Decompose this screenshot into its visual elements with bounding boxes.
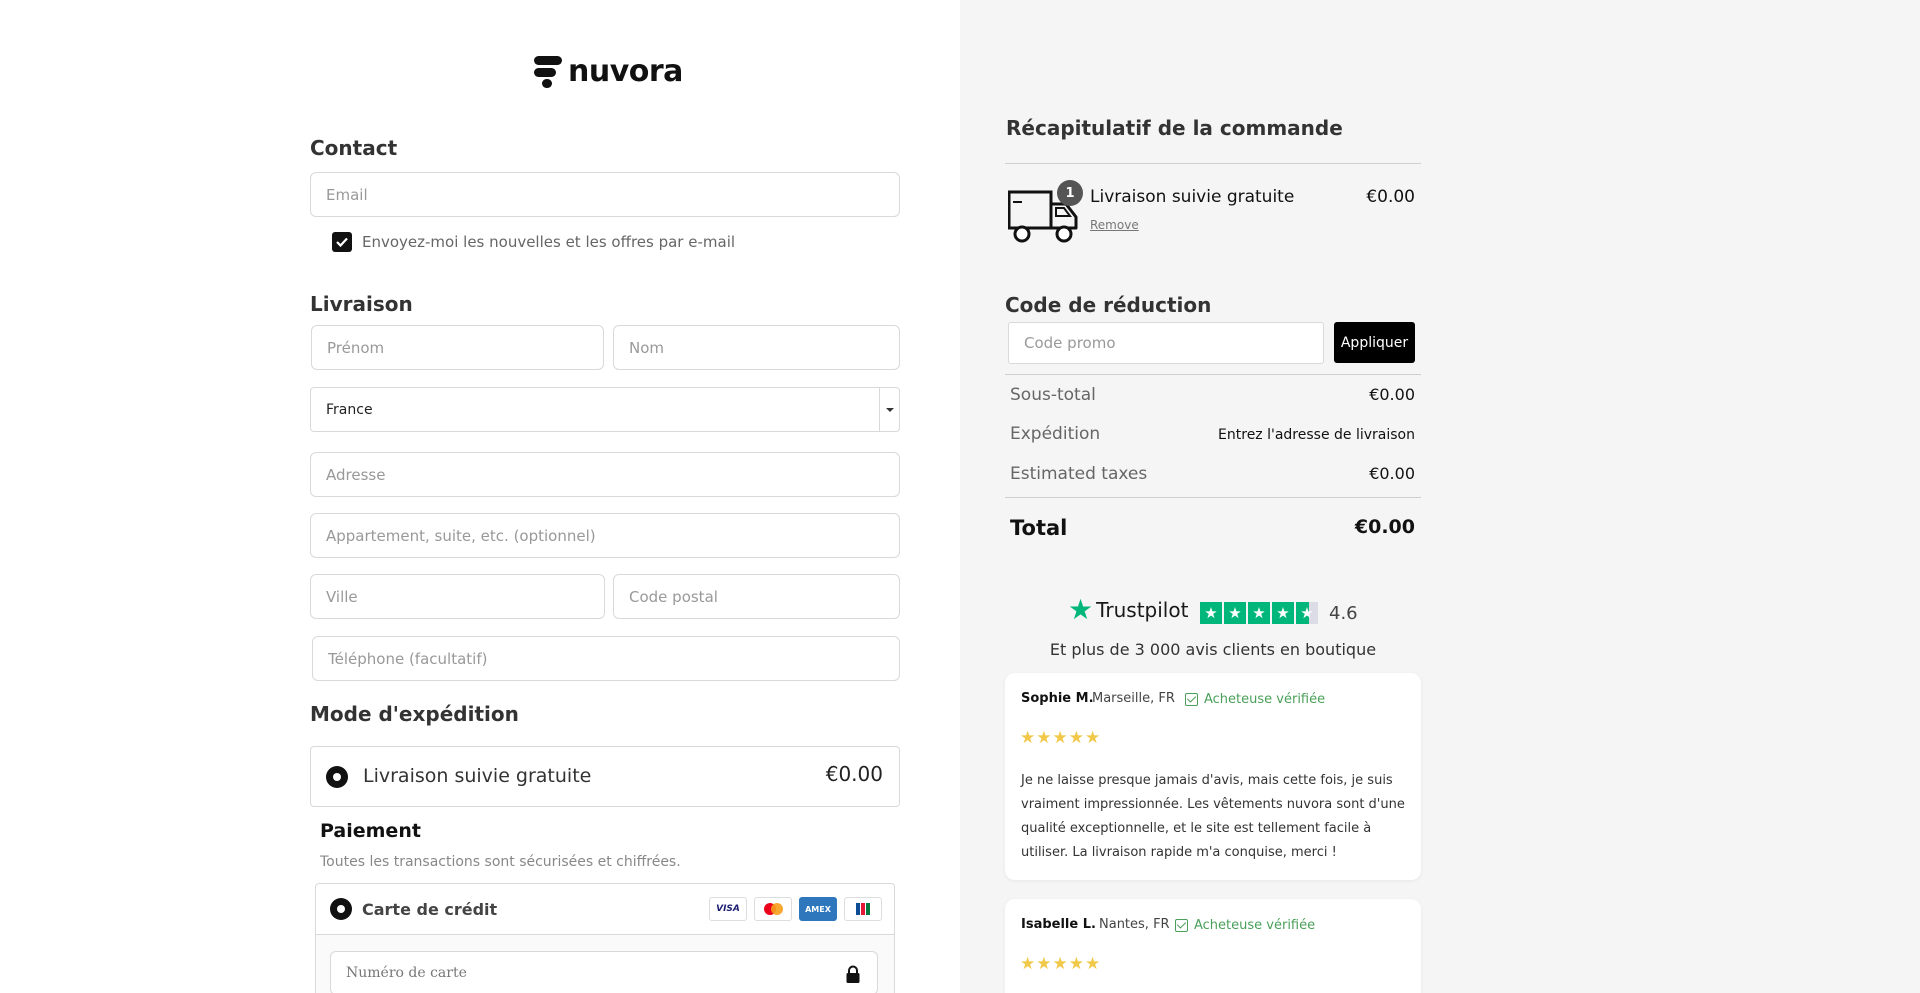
apply-promo-button[interactable]: Appliquer <box>1334 322 1415 363</box>
shipping-method-title: Mode d'expédition <box>310 702 519 726</box>
taxes-label: Estimated taxes <box>1010 464 1148 484</box>
brand-logo[interactable]: nuvora <box>534 54 683 89</box>
trustpilot-logo: ★ Trustpilot <box>1068 596 1188 624</box>
contact-title: Contact <box>310 136 398 160</box>
amex-icon: AMEX <box>799 897 837 921</box>
divider <box>1005 163 1421 164</box>
star-icon: ★ <box>1272 602 1294 624</box>
jcb-icon <box>844 897 882 921</box>
trustpilot-brand: Trustpilot <box>1096 598 1189 622</box>
verified-badge: Acheteuse vérifiée <box>1185 692 1325 707</box>
checkbox-check-icon <box>1175 919 1188 932</box>
reviewer-name: Sophie M. <box>1021 691 1094 706</box>
discount-title: Code de réduction <box>1005 293 1212 317</box>
star-icon: ★ <box>1224 602 1246 624</box>
star-icon: ★ <box>1248 602 1270 624</box>
shipping-radio[interactable] <box>326 766 348 788</box>
newsletter-checkbox[interactable] <box>332 232 352 252</box>
card-number-placeholder: Numéro de carte <box>346 965 467 981</box>
subtotal-label: Sous-total <box>1010 385 1096 405</box>
shipping-label: Expédition <box>1010 424 1101 444</box>
order-summary-title: Récapitulatif de la commande <box>1006 116 1343 140</box>
total-label: Total <box>1010 516 1068 540</box>
shipping-option-price: €0.00 <box>825 762 883 786</box>
reviewer-name: Isabelle L. <box>1021 917 1096 932</box>
country-value: France <box>326 401 373 418</box>
checkbox-check-icon <box>1185 693 1198 706</box>
visa-icon: VISA <box>709 897 747 921</box>
lock-icon <box>846 965 860 983</box>
promo-code-field[interactable]: Code promo <box>1008 322 1324 364</box>
item-quantity-badge: 1 <box>1057 180 1083 206</box>
trustpilot-caption: Et plus de 3 000 avis clients en boutiqu… <box>1049 640 1377 659</box>
star-half-icon: ★ <box>1296 602 1318 624</box>
star-icon: ★ <box>1200 602 1222 624</box>
checkmark-icon <box>336 237 348 248</box>
review-stars: ★★★★★ <box>1020 728 1102 748</box>
review-card: Isabelle L. Nantes, FR Acheteuse vérifié… <box>1005 899 1421 993</box>
country-select[interactable]: France <box>310 387 900 432</box>
first-name-field[interactable]: Prénom <box>311 325 604 370</box>
remove-item-link[interactable]: Remove <box>1090 218 1139 232</box>
divider <box>1005 374 1421 375</box>
mastercard-icon <box>754 897 792 921</box>
newsletter-label: Envoyez-moi les nouvelles et les offres … <box>362 233 736 251</box>
email-field[interactable]: Email <box>310 172 900 217</box>
reviewer-location: Nantes, FR <box>1099 917 1170 932</box>
review-card: Sophie M. Marseille, FR Acheteuse vérifi… <box>1005 673 1421 880</box>
review-stars: ★★★★★ <box>1020 954 1102 974</box>
subtotal-value: €0.00 <box>1369 385 1415 404</box>
payment-title: Paiement <box>320 820 421 842</box>
verified-label: Acheteuse vérifiée <box>1204 692 1326 707</box>
shipping-option-label: Livraison suivie gratuite <box>363 765 592 787</box>
credit-card-radio[interactable] <box>330 898 352 920</box>
trustpilot-star-icon: ★ <box>1068 593 1094 626</box>
last-name-field[interactable]: Nom <box>613 325 900 370</box>
review-text: Je ne laisse presque jamais d'avis, mais… <box>1021 773 1405 860</box>
reviewer-location: Marseille, FR <box>1092 691 1175 706</box>
card-number-field[interactable]: Numéro de carte <box>330 951 878 993</box>
total-value: €0.00 <box>1354 516 1415 538</box>
logo-mark-icon <box>534 55 562 88</box>
brand-name: nuvora <box>568 54 683 89</box>
apartment-field[interactable]: Appartement, suite, etc. (optionnel) <box>310 513 900 558</box>
address-field[interactable]: Adresse <box>310 452 900 497</box>
shipping-value: Entrez l'adresse de livraison <box>1218 427 1415 443</box>
summary-item-price: €0.00 <box>1366 187 1415 207</box>
shipping-option[interactable]: Livraison suivie gratuite €0.00 <box>310 746 900 807</box>
postal-code-field[interactable]: Code postal <box>613 574 900 619</box>
trustpilot-rating: 4.6 <box>1329 603 1358 624</box>
credit-card-label: Carte de crédit <box>362 900 498 919</box>
credit-card-option[interactable]: Carte de crédit VISA AMEX <box>315 883 895 935</box>
divider <box>1005 497 1421 498</box>
phone-field[interactable]: Téléphone (facultatif) <box>312 636 900 681</box>
city-field[interactable]: Ville <box>310 574 605 619</box>
chevron-down-icon <box>879 388 899 431</box>
verified-label: Acheteuse vérifiée <box>1194 918 1316 933</box>
verified-badge: Acheteuse vérifiée <box>1175 918 1315 933</box>
payment-subtitle: Toutes les transactions sont sécurisées … <box>320 854 681 870</box>
trustpilot-rating-stars: ★ ★ ★ ★ ★ <box>1200 602 1318 624</box>
summary-item-name: Livraison suivie gratuite <box>1090 187 1295 207</box>
delivery-title: Livraison <box>310 292 413 316</box>
taxes-value: €0.00 <box>1369 464 1415 483</box>
